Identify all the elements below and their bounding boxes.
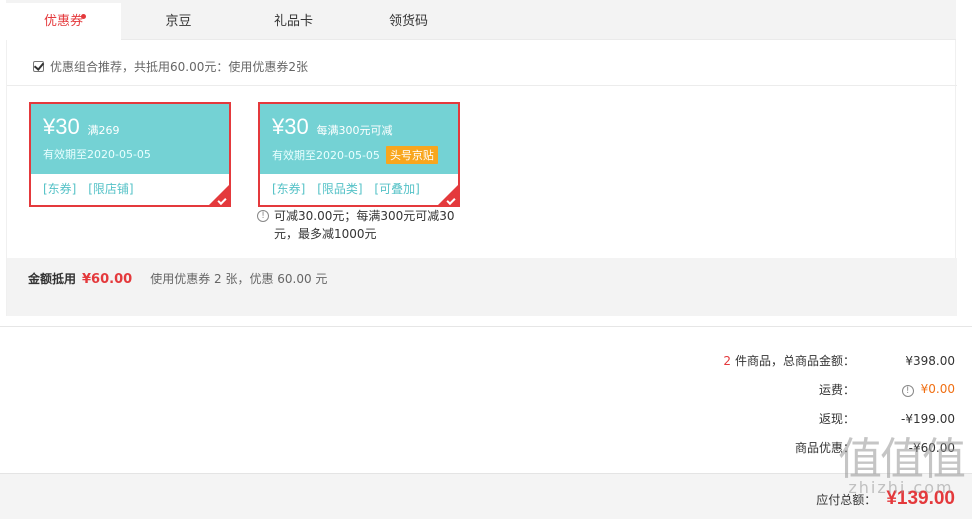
coupon-tag: 头号京贴 <box>385 146 438 164</box>
watermark-site: zhizhi.com <box>848 478 954 497</box>
summary-description: 使用优惠券 2 张，优惠 60.00 元 <box>150 272 328 286</box>
cashback-label: 返现： <box>818 412 855 426</box>
coupon-validity: 有效期至2020-05-05 <box>43 148 151 161</box>
cashback-row: 返现： -¥199.00 <box>819 410 955 427</box>
coupon-note: ! 可减30.00元；每满300元可减30元，最多减1000元 <box>257 207 457 243</box>
coupon-header: ¥30 每满300元可减 有效期至2020-05-05 头号京贴 <box>260 104 458 174</box>
cashback-value: -¥199.00 <box>901 411 955 426</box>
shipping-label: 运费： <box>818 383 855 397</box>
tab-jingdou-label: 京豆 <box>165 14 192 29</box>
coupon-condition: 满269 <box>87 124 120 137</box>
summary-value: ¥60.00 <box>82 272 133 287</box>
tab-coupons-label: 优惠券 <box>43 14 83 29</box>
coupon-card[interactable]: ¥30 满269 有效期至2020-05-05 [东券] [限店铺] <box>29 102 231 207</box>
watermark-logo: 值值值 <box>838 434 966 485</box>
recommend-option[interactable]: 优惠组合推荐，共抵用60.00元：使用优惠券2张 <box>33 58 308 75</box>
info-icon[interactable]: ! <box>901 385 914 397</box>
items-count: 2 <box>723 354 731 368</box>
coupon-labels: [东券] [限品类] [可叠加] <box>260 174 458 203</box>
recommend-text: 优惠组合推荐，共抵用60.00元：使用优惠券2张 <box>50 60 308 74</box>
new-dot-icon <box>81 14 86 19</box>
site-watermark: 值值值 zhizhi.com <box>838 434 966 498</box>
coupon-label: [东券] <box>272 182 306 196</box>
coupon-amount: ¥30 <box>43 114 80 139</box>
tab-gift-card[interactable]: 礼品卡 <box>236 3 351 40</box>
coupon-label: [可叠加] <box>374 182 420 196</box>
total-items-row: 2 件商品，总商品金额： ¥398.00 <box>723 352 955 369</box>
info-icon: ! <box>257 210 269 222</box>
divider <box>7 85 957 86</box>
shipping-value: ¥0.00 <box>920 382 955 396</box>
coupon-label: [东券] <box>43 182 77 196</box>
shipping-row: 运费： ! ¥0.00 <box>819 381 955 398</box>
pay-total-bar: 应付总额： ¥139.00 <box>0 473 972 519</box>
discount-summary: 金额抵用 ¥60.00 使用优惠券 2 张，优惠 60.00 元 <box>7 258 957 316</box>
coupon-card[interactable]: ¥30 每满300元可减 有效期至2020-05-05 头号京贴 [东券] [限… <box>258 102 460 207</box>
tab-pickup-code-label: 领货码 <box>388 14 428 29</box>
coupon-validity: 有效期至2020-05-05 <box>272 149 380 162</box>
summary-label: 金额抵用 <box>28 272 77 286</box>
coupon-note-text: 可减30.00元；每满300元可减30元，最多减1000元 <box>274 209 455 241</box>
coupon-label: [限品类] <box>317 182 363 196</box>
coupon-condition: 每满300元可减 <box>316 124 393 137</box>
tab-gift-card-label: 礼品卡 <box>273 14 313 29</box>
tab-pickup-code[interactable]: 领货码 <box>351 3 466 40</box>
tab-jingdou[interactable]: 京豆 <box>121 3 236 40</box>
tab-coupons[interactable]: 优惠券 <box>6 3 121 40</box>
coupon-panel: 优惠组合推荐，共抵用60.00元：使用优惠券2张 ¥30 满269 有效期至20… <box>6 40 957 316</box>
coupon-header: ¥30 满269 有效期至2020-05-05 <box>31 104 229 174</box>
items-label: 件商品，总商品金额： <box>734 354 855 368</box>
payment-tabs: 优惠券 京豆 礼品卡 领货码 <box>6 0 956 40</box>
coupon-labels: [东券] [限店铺] <box>31 174 229 203</box>
coupon-amount: ¥30 <box>272 114 309 139</box>
divider <box>0 326 972 327</box>
recommend-checkbox[interactable] <box>33 61 44 72</box>
items-value: ¥398.00 <box>905 353 955 368</box>
coupon-label: [限店铺] <box>88 182 134 196</box>
